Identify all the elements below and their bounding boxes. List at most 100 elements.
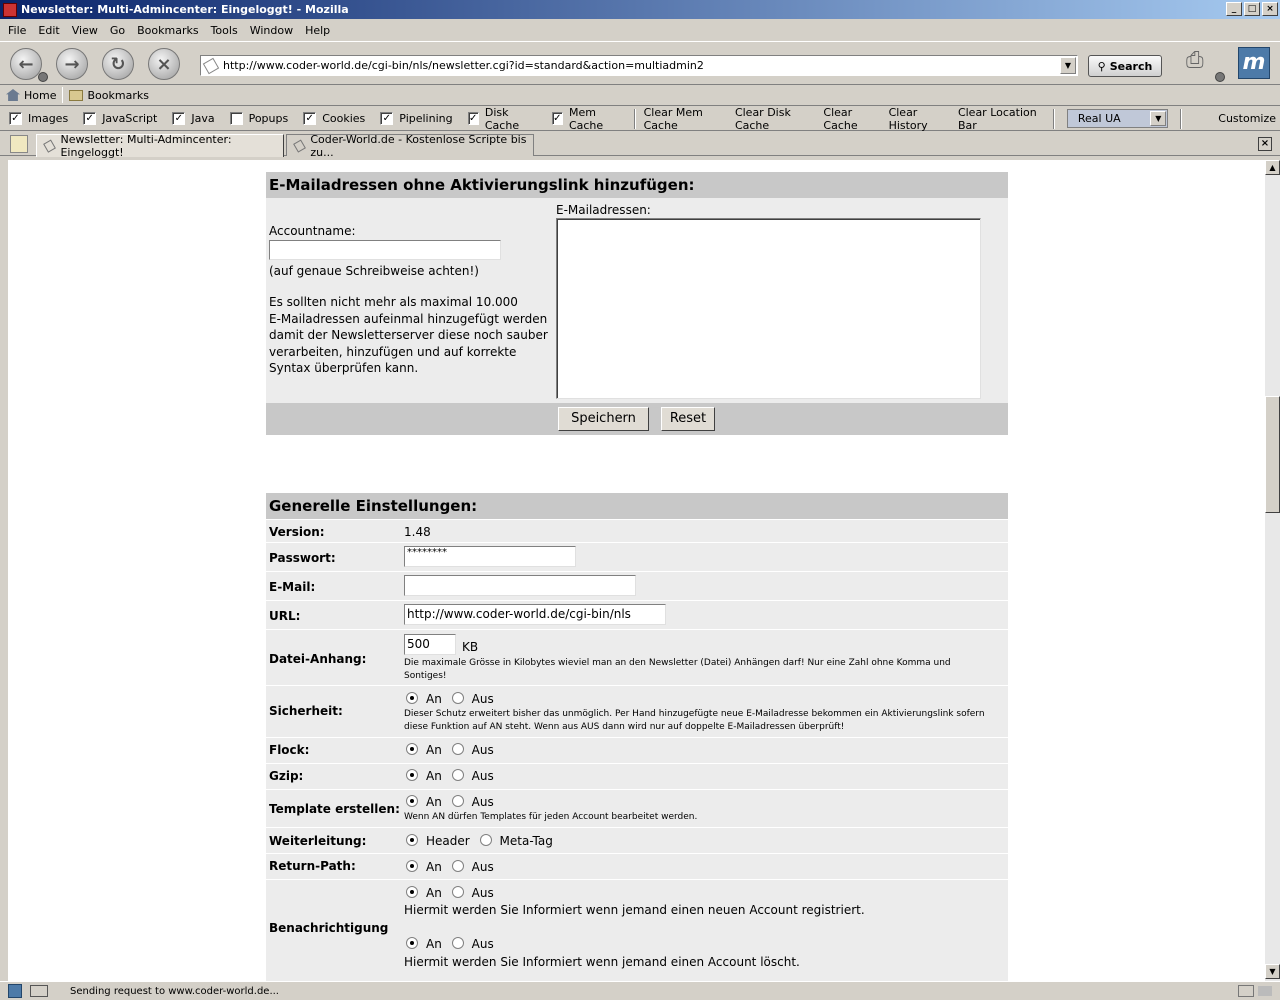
- reload-icon[interactable]: ↻: [102, 48, 134, 80]
- url-input[interactable]: http://www.coder-world.de/cgi-bin/nls: [404, 604, 666, 625]
- scroll-down-arrow-icon[interactable]: ▼: [1265, 964, 1280, 979]
- menu-bookmarks[interactable]: Bookmarks: [131, 24, 204, 37]
- print-icon[interactable]: ⎙: [1186, 48, 1216, 74]
- close-button[interactable]: ×: [1262, 2, 1278, 16]
- new-tab-icon[interactable]: [10, 135, 28, 153]
- checkbox-icon[interactable]: ✓: [551, 112, 563, 125]
- scroll-thumb[interactable]: [1265, 396, 1280, 513]
- cookies-toggle[interactable]: ✓ Cookies: [303, 112, 365, 125]
- checkbox-icon[interactable]: ✓: [467, 112, 479, 125]
- url-bar[interactable]: http://www.coder-world.de/cgi-bin/nls/ne…: [200, 55, 1078, 76]
- stop-icon[interactable]: ×: [148, 48, 180, 80]
- bookmarks-button[interactable]: Bookmarks: [63, 89, 154, 102]
- attachment-size-input[interactable]: 500: [404, 634, 456, 655]
- clear-mem-cache-button[interactable]: Clear Mem Cache: [640, 106, 731, 132]
- notify-register-on-radio[interactable]: [406, 886, 418, 898]
- email-row: E-Mail:: [266, 571, 1008, 600]
- forward-arrow-icon[interactable]: →: [56, 48, 88, 80]
- url-history-dropdown-icon[interactable]: ▼: [1060, 57, 1076, 74]
- forwarding-label: Weiterleitung:: [269, 834, 367, 848]
- search-button[interactable]: ⚲ Search: [1088, 55, 1162, 77]
- mozilla-throbber-icon[interactable]: m: [1238, 47, 1270, 79]
- pipelining-toggle[interactable]: ✓ Pipelining: [380, 112, 453, 125]
- home-label: Home: [24, 88, 57, 102]
- clear-disk-cache-button[interactable]: Clear Disk Cache: [731, 106, 819, 132]
- menu-tools[interactable]: Tools: [205, 24, 244, 37]
- close-tab-icon[interactable]: ×: [1258, 137, 1272, 151]
- mem-cache-toggle[interactable]: ✓ Mem Cache: [551, 106, 624, 132]
- toolbar-separator: [1180, 108, 1183, 129]
- checkbox-icon[interactable]: ✓: [83, 112, 97, 125]
- back-dropdown-icon[interactable]: [38, 72, 48, 82]
- radio-label: An: [426, 886, 442, 900]
- scroll-up-arrow-icon[interactable]: ▲: [1265, 160, 1280, 175]
- notify-register-off-radio[interactable]: [451, 886, 464, 898]
- security-on-radio[interactable]: [406, 692, 418, 704]
- gzip-on-radio[interactable]: [406, 769, 418, 781]
- menu-edit[interactable]: Edit: [32, 24, 65, 37]
- forwarding-row: Weiterleitung: Header Meta-Tag: [266, 827, 1008, 853]
- popups-toggle[interactable]: Popups: [229, 112, 288, 125]
- template-on-radio[interactable]: [406, 795, 418, 807]
- java-toggle[interactable]: ✓ Java: [172, 112, 215, 125]
- notification-row: Benachrichtigung An Aus Hiermit werden S…: [266, 879, 1008, 976]
- home-button[interactable]: Home: [0, 89, 62, 102]
- info-line: E-Mailadressen aufeinmal hinzugefügt wer…: [269, 311, 548, 326]
- attachment-unit: KB: [462, 640, 479, 654]
- forwarding-metatag-radio[interactable]: [479, 834, 492, 846]
- notify-delete-on-radio[interactable]: [406, 937, 418, 949]
- minimize-button[interactable]: _: [1226, 2, 1242, 16]
- url-text[interactable]: http://www.coder-world.de/cgi-bin/nls/ne…: [223, 59, 704, 72]
- attachment-label: Datei-Anhang:: [269, 652, 367, 666]
- gzip-off-radio[interactable]: [451, 769, 464, 781]
- disk-cache-toggle[interactable]: ✓ Disk Cache: [467, 106, 537, 132]
- url-label: URL:: [269, 609, 301, 623]
- javascript-toggle[interactable]: ✓ JavaScript: [83, 112, 157, 125]
- checkbox-icon[interactable]: ✓: [303, 112, 317, 125]
- security-off-radio[interactable]: [451, 692, 464, 704]
- checkbox-icon[interactable]: ✓: [9, 112, 22, 125]
- clear-history-button[interactable]: Clear History: [885, 106, 954, 132]
- email-input[interactable]: [404, 575, 636, 596]
- online-status-icon[interactable]: [30, 985, 48, 997]
- print-dropdown-icon[interactable]: [1215, 72, 1225, 82]
- maximize-button[interactable]: □: [1244, 2, 1260, 16]
- menu-file[interactable]: File: [2, 24, 32, 37]
- flock-on-radio[interactable]: [406, 743, 418, 755]
- checkbox-icon[interactable]: ✓: [380, 112, 394, 125]
- flock-off-radio[interactable]: [451, 743, 464, 755]
- account-name-input[interactable]: [269, 240, 501, 260]
- return-path-on-radio[interactable]: [406, 860, 418, 872]
- menu-window[interactable]: Window: [244, 24, 299, 37]
- clear-cache-button[interactable]: Clear Cache: [819, 106, 884, 132]
- menu-help[interactable]: Help: [299, 24, 336, 37]
- forwarding-header-radio[interactable]: [406, 834, 418, 846]
- mozilla-status-icon[interactable]: [8, 984, 22, 998]
- progress-meter: [1258, 986, 1272, 996]
- sidebar-grippy[interactable]: [0, 160, 8, 981]
- emails-textarea[interactable]: [556, 218, 981, 399]
- vertical-scrollbar[interactable]: ▲ ▼: [1265, 160, 1280, 981]
- tab-coder-world[interactable]: Coder-World.de - Kostenlose Scripte bis …: [286, 133, 534, 159]
- info-line: verarbeiten, hinzufügen und auf korrekte: [269, 344, 517, 359]
- user-agent-select[interactable]: Real UA ▼: [1066, 109, 1169, 128]
- return-path-off-radio[interactable]: [451, 860, 464, 872]
- template-off-radio[interactable]: [451, 795, 464, 807]
- clear-location-bar-button[interactable]: Clear Location Bar: [954, 106, 1049, 132]
- checkbox-icon[interactable]: ✓: [172, 112, 186, 125]
- tab-newsletter[interactable]: Newsletter: Multi-Admincenter: Eingelogg…: [36, 133, 284, 159]
- reset-button[interactable]: Reset: [661, 407, 715, 431]
- checkbox-icon[interactable]: [229, 112, 243, 125]
- images-toggle[interactable]: ✓ Images: [9, 112, 68, 125]
- customize-button[interactable]: Customize: [1214, 112, 1280, 125]
- template-row: Template erstellen: An Aus Wenn AN dürfe…: [266, 789, 1008, 827]
- menu-go[interactable]: Go: [104, 24, 131, 37]
- page-proxy-icon[interactable]: [202, 57, 220, 74]
- add-emails-actions: Speichern Reset: [266, 403, 1008, 435]
- save-button[interactable]: Speichern: [558, 407, 649, 431]
- radio-label: An: [426, 795, 442, 809]
- password-input[interactable]: ********: [404, 546, 576, 567]
- chevron-down-icon[interactable]: ▼: [1150, 111, 1167, 126]
- menu-view[interactable]: View: [66, 24, 104, 37]
- notify-delete-off-radio[interactable]: [451, 937, 464, 949]
